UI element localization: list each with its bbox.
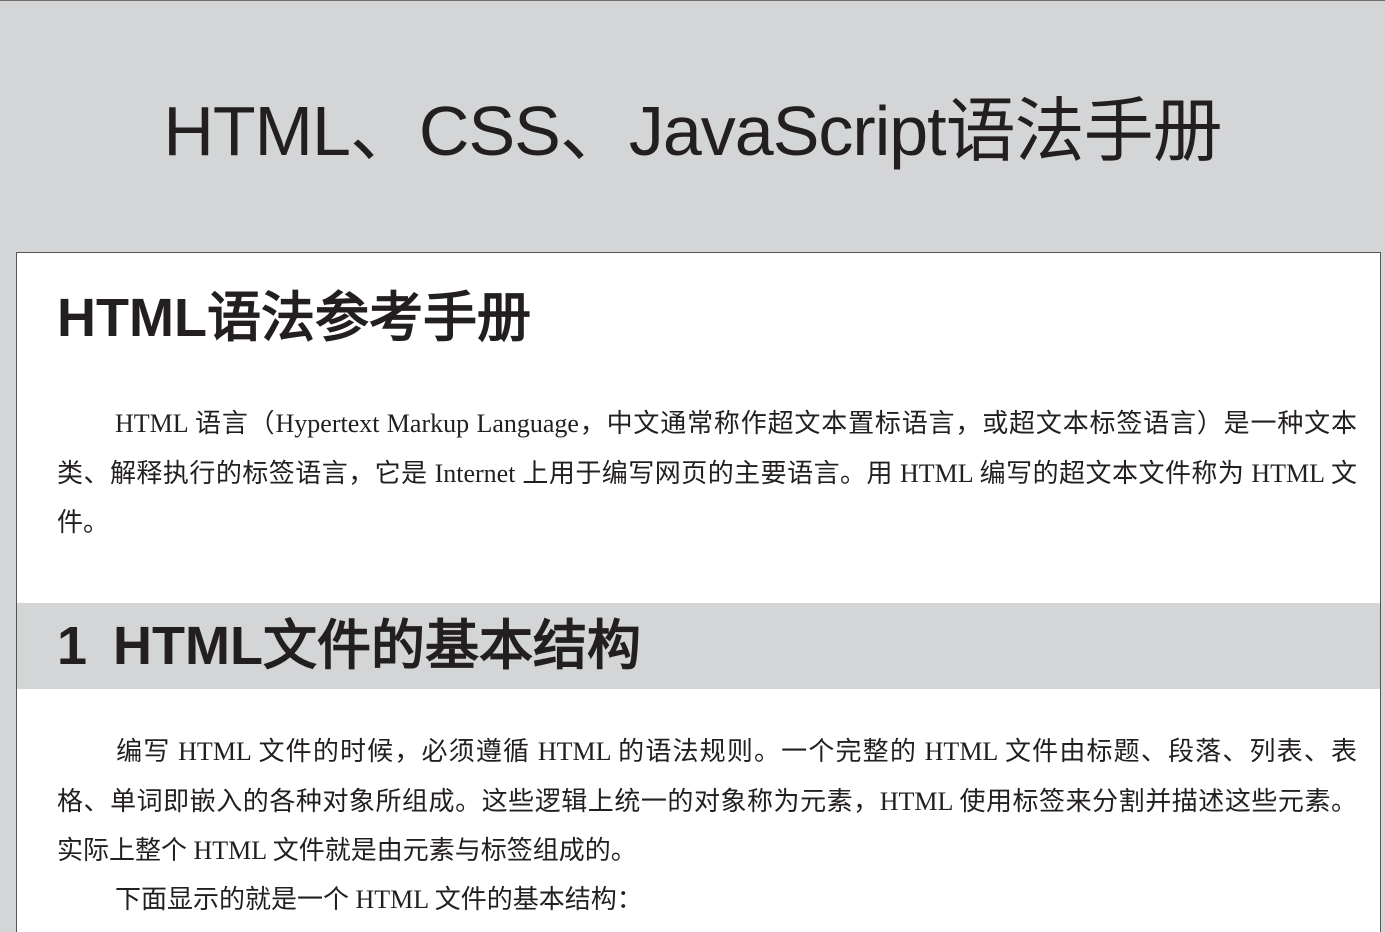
- chapter-number: 1: [57, 616, 88, 676]
- lead-in-text: 下面显示的就是一个 HTML 文件的基本结构：: [115, 885, 643, 914]
- intro-paragraph: HTML 语言（Hypertext Markup Language，中文通常称作…: [57, 399, 1357, 548]
- chapter-title: HTML文件的基本结构: [113, 616, 641, 676]
- top-border: [0, 0, 1385, 1]
- book-title: HTML、CSS、JavaScript语法手册: [163, 92, 1222, 170]
- intro-paragraph-text: HTML 语言（Hypertext Markup Language，中文通常称作…: [57, 409, 1357, 537]
- chapter-paragraph: 编写 HTML 文件的时候，必须遵循 HTML 的语法规则。一个完整的 HTML…: [57, 727, 1357, 876]
- chapter-heading-band: 1 HTML文件的基本结构: [17, 603, 1380, 689]
- document-page: HTML语法参考手册 HTML 语言（Hypertext Markup Lang…: [16, 252, 1381, 932]
- chapter-paragraph-text: 编写 HTML 文件的时候，必须遵循 HTML 的语法规则。一个完整的 HTML…: [57, 737, 1357, 865]
- lead-in-paragraph: 下面显示的就是一个 HTML 文件的基本结构：: [57, 875, 1357, 925]
- section-heading: HTML语法参考手册: [57, 288, 531, 348]
- chapter-heading: 1 HTML文件的基本结构: [57, 611, 641, 681]
